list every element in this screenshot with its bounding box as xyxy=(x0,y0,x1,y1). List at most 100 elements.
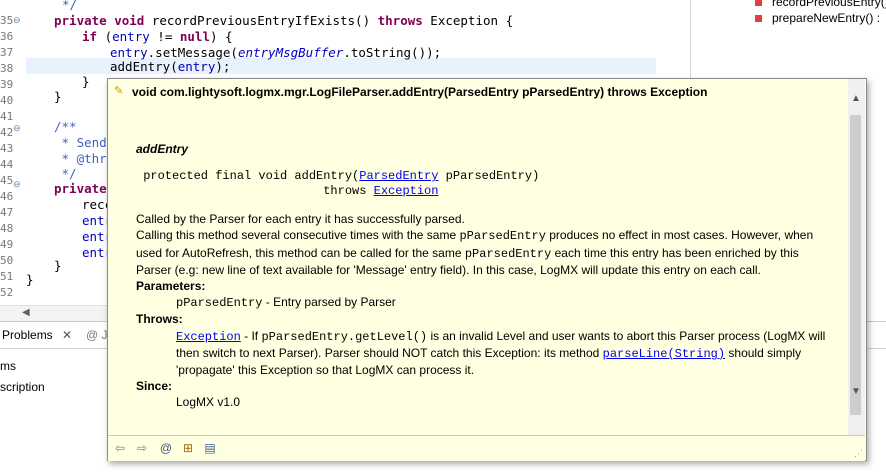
method-signature: protected final void addEntry(ParsedEntr… xyxy=(136,169,836,199)
parameters-label: Parameters: xyxy=(136,279,206,294)
javadoc-icon: @ xyxy=(86,328,99,342)
line-number: 50 xyxy=(0,254,14,267)
code-line: if (entry != null) { xyxy=(82,29,233,45)
signature-text: pParsedEntry) xyxy=(438,169,540,184)
private-method-icon xyxy=(755,0,762,7)
field-ref: entry xyxy=(112,29,150,44)
line-number: 52 xyxy=(0,286,14,299)
outline-item-label: recordPreviousEntry() : xyxy=(772,0,886,9)
scroll-up-icon[interactable]: ▲ xyxy=(851,93,861,104)
fold-toggle-icon[interactable]: ⊖ xyxy=(13,16,22,25)
keyword: void xyxy=(114,13,145,28)
line-number: 51 xyxy=(0,270,14,283)
code-text: recordPreviousEntryIfExists() xyxy=(144,13,378,28)
keyword: if xyxy=(82,29,98,44)
field-ref: entry xyxy=(177,59,216,74)
line-number: 37 xyxy=(0,46,14,59)
throws-text: - If xyxy=(240,328,262,343)
description-paragraph: Calling this method several consecutive … xyxy=(136,227,836,278)
outline-item[interactable]: prepareNewEntry() : xyxy=(755,10,880,26)
code-text: ( xyxy=(97,29,113,44)
code-line: */ xyxy=(54,166,77,181)
description-line: Called by the Parser for each entry it h… xyxy=(136,212,465,227)
throws-entry: Exception - If pParsedEntry.getLevel() i… xyxy=(136,328,836,379)
javadoc-view-icon[interactable]: @ xyxy=(158,440,174,456)
javadoc-content: addEntry protected final void addEntry(P… xyxy=(136,139,836,411)
exception-link[interactable]: Exception xyxy=(374,184,439,198)
resize-grip-icon[interactable]: ⋰ xyxy=(854,448,863,459)
line-number: 44 xyxy=(0,158,14,171)
keyword: throws xyxy=(377,13,423,28)
keyword: private xyxy=(54,13,107,28)
code-text: ); xyxy=(215,59,231,74)
code-line: * Send xyxy=(54,135,107,150)
close-icon[interactable]: ✕ xyxy=(62,328,72,342)
tab-label: Problems xyxy=(2,328,53,342)
line-number: 43 xyxy=(0,142,14,155)
description-text: Calling this method several consecutive … xyxy=(136,228,460,243)
popup-header: ✎ void com.lightysoft.logmx.mgr.LogFileP… xyxy=(108,79,848,103)
line-number: 49 xyxy=(0,238,14,251)
exception-link[interactable]: Exception xyxy=(176,330,241,344)
line-number: 38 xyxy=(0,62,14,75)
fold-toggle-icon[interactable]: ⊖ xyxy=(13,124,22,133)
param-desc: - Entry parsed by Parser xyxy=(262,295,396,310)
line-number: 46 xyxy=(0,190,14,203)
fold-toggle-icon[interactable]: ⊖ xyxy=(13,180,22,189)
code-line: } xyxy=(54,89,62,104)
parameter-entry: pParsedEntry - Entry parsed by Parser xyxy=(136,294,836,311)
method-link[interactable]: parseLine(String) xyxy=(603,347,725,361)
back-icon[interactable]: ⇦ xyxy=(112,440,128,456)
scrollbar-thumb[interactable] xyxy=(850,115,861,415)
javadoc-hover-popup[interactable]: ✎ void com.lightysoft.logmx.mgr.LogFileP… xyxy=(107,78,867,461)
field-ref: entry xyxy=(110,45,148,60)
keyword: null xyxy=(179,29,210,44)
line-number: 40 xyxy=(0,94,14,107)
problems-summary: ms xyxy=(0,359,16,373)
scroll-down-icon[interactable]: ▼ xyxy=(851,386,861,397)
inline-code: pParsedEntry.getLevel() xyxy=(261,329,428,344)
private-method-icon xyxy=(755,15,762,23)
throws-label: Throws: xyxy=(136,312,183,327)
line-number: 36 xyxy=(0,30,14,43)
outline-item-label: prepareNewEntry() : xyxy=(772,11,881,25)
inline-code: pParsedEntry xyxy=(464,246,552,261)
popup-vertical-scrollbar[interactable]: ▲ ▼ xyxy=(848,79,865,435)
code-line: * @thro xyxy=(54,151,115,166)
signature-text: protected final void addEntry( xyxy=(136,169,360,184)
type-link[interactable]: ParsedEntry xyxy=(359,169,438,183)
since-label: Since: xyxy=(136,379,173,394)
code-text: != xyxy=(149,29,180,44)
line-number: 48 xyxy=(0,222,14,235)
popup-toolbar: ⇦ ⇨ @ ⊞ ▤ ⋰ xyxy=(108,435,865,461)
code-line: private void recordPreviousEntryIfExists… xyxy=(54,13,513,29)
tab-problems[interactable]: Problems ✕ xyxy=(2,327,72,343)
line-number: 39 xyxy=(0,78,14,91)
code-line: private xyxy=(54,181,107,196)
code-text: addEntry( xyxy=(110,59,178,74)
column-header-description[interactable]: scription xyxy=(0,380,45,394)
signature-text: throws xyxy=(136,184,374,199)
open-external-javadoc-icon[interactable]: ▤ xyxy=(202,440,218,456)
method-icon: ✎ xyxy=(114,85,124,97)
scroll-left-icon[interactable]: ◀ xyxy=(22,307,30,318)
code-text: Exception { xyxy=(422,13,514,28)
code-text: ) { xyxy=(209,29,233,44)
open-declaration-icon[interactable]: ⊞ xyxy=(180,440,196,456)
code-text: .toString()); xyxy=(343,45,442,60)
line-number: 47 xyxy=(0,206,14,219)
code-line: */ xyxy=(62,0,78,12)
method-name-heading: addEntry xyxy=(136,142,189,156)
popup-title: void com.lightysoft.logmx.mgr.LogFilePar… xyxy=(132,85,708,99)
code-text: .setMessage( xyxy=(147,45,238,60)
outline-item[interactable]: recordPreviousEntry() : xyxy=(755,0,886,10)
code-line: addEntry(entry); xyxy=(110,59,230,75)
code-line: } xyxy=(26,272,34,287)
inline-code: pParsedEntry xyxy=(459,229,546,244)
forward-icon[interactable]: ⇨ xyxy=(134,440,150,456)
code-line: } xyxy=(54,258,62,273)
code-line: } xyxy=(82,74,90,89)
code-line: /** xyxy=(54,119,77,134)
since-value: LogMX v1.0 xyxy=(176,395,241,410)
field-ref: entryMsgBuffer xyxy=(237,45,344,60)
